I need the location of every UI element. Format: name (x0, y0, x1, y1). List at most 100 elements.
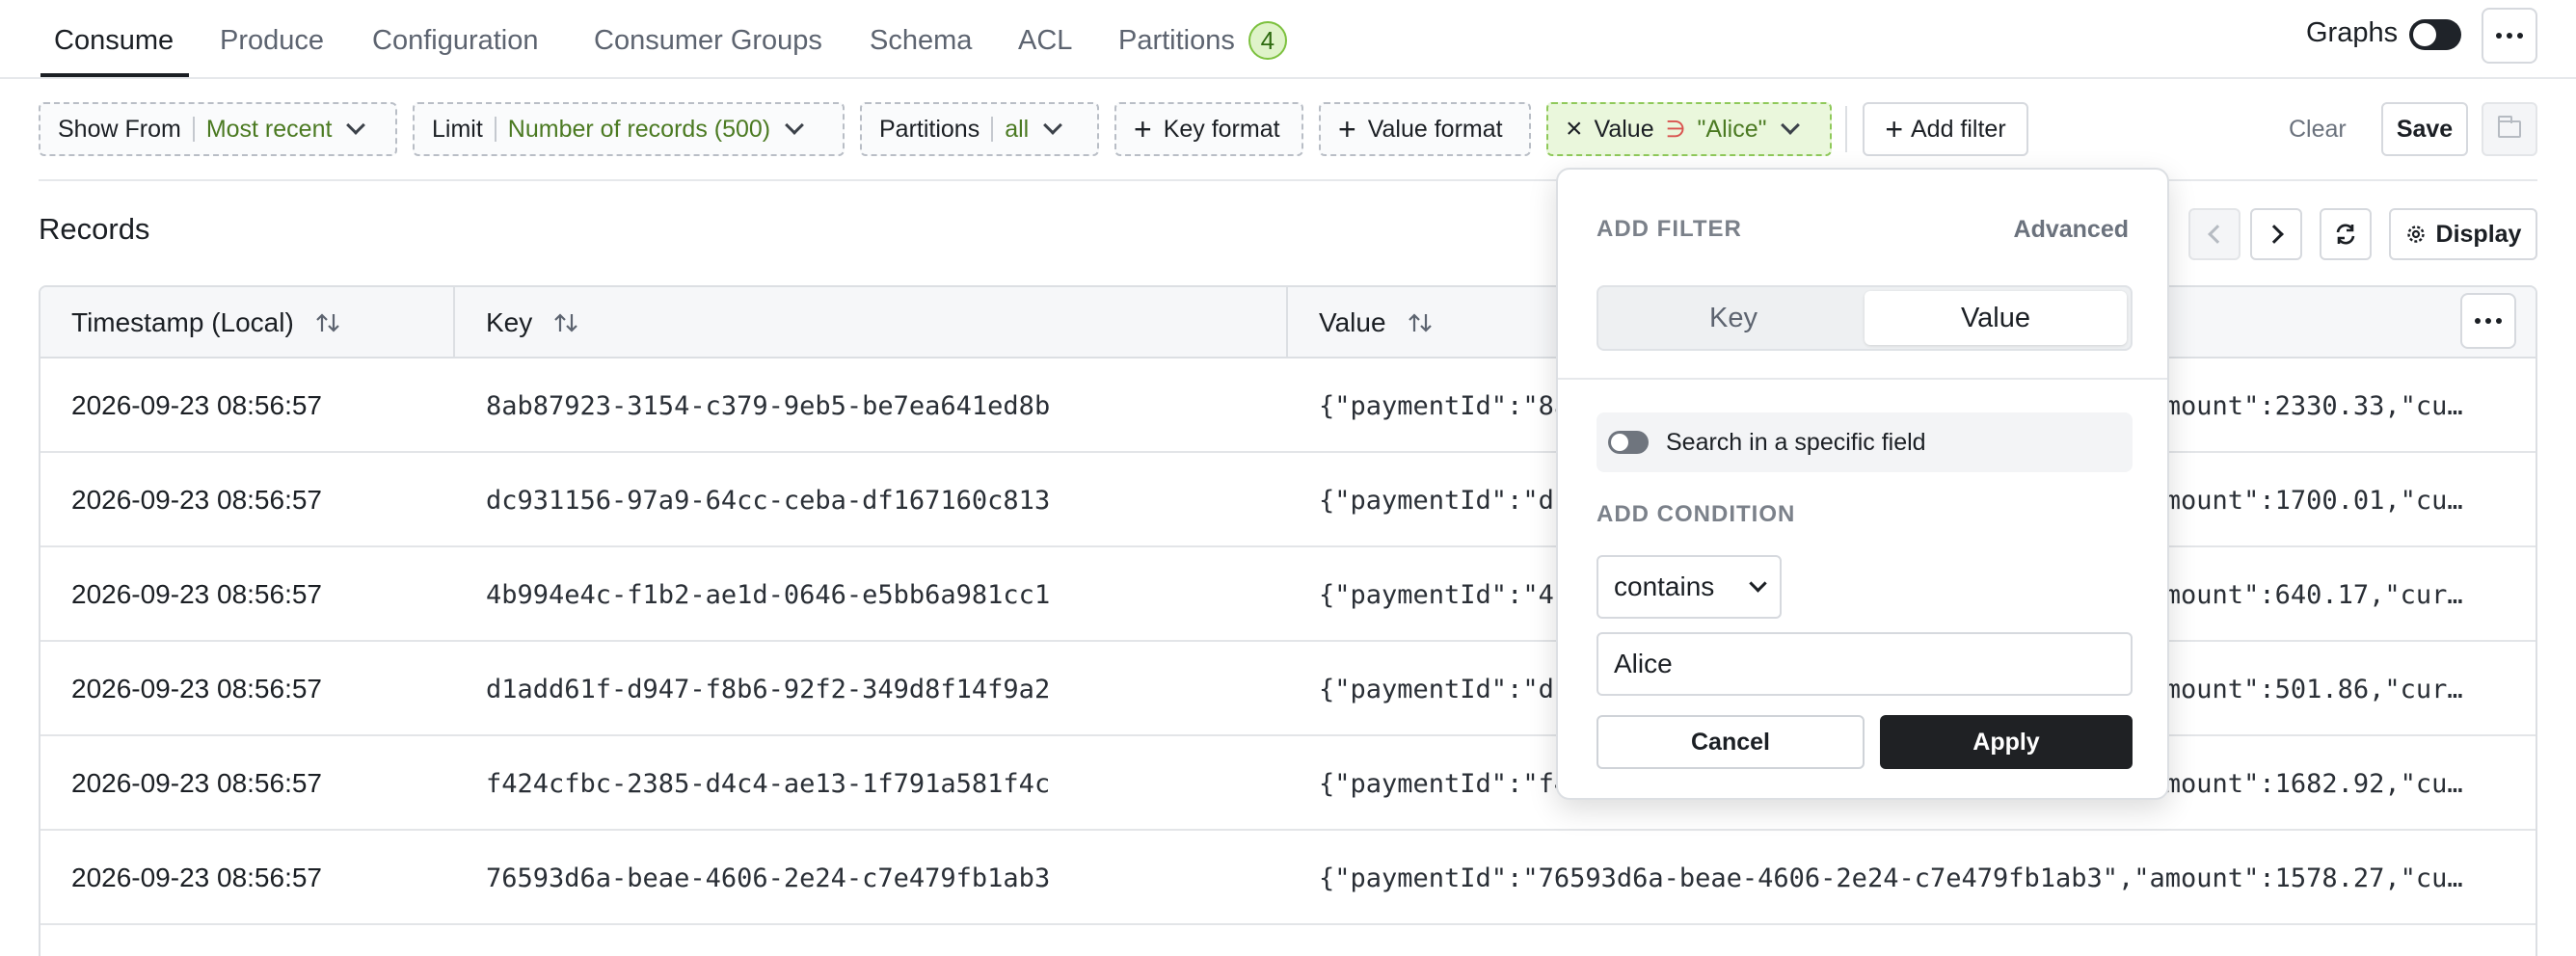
segment-key[interactable]: Key (1602, 291, 1865, 345)
column-options-button[interactable] (2460, 293, 2516, 349)
tab-label: Configuration (372, 24, 539, 56)
refresh-button[interactable] (2320, 208, 2372, 260)
add-filter-label: Add filter (1911, 115, 2006, 143)
next-page-button[interactable] (2250, 208, 2302, 260)
column-label: Timestamp (Local) (71, 307, 294, 337)
tab-label: ACL (1018, 24, 1073, 56)
timestamp-cell: 2026-09-23 08:56:57 (71, 579, 322, 609)
tab-schema[interactable]: Schema (870, 21, 972, 60)
limit-label: Limit (432, 115, 483, 143)
refresh-icon (2336, 224, 2355, 245)
tab-partitions[interactable]: Partitions 4 (1118, 21, 1287, 60)
chevron-right-icon (2264, 225, 2284, 244)
chevron-down-icon (1781, 116, 1801, 135)
table-row[interactable]: 2026-09-23 08:56:57 76593d6a-beae-4606-2… (40, 831, 2536, 925)
specific-field-label: Search in a specific field (1666, 428, 1926, 456)
top-tab-bar: Consume Produce Configuration Consumer G… (0, 0, 2576, 79)
limit-value: Number of records (500) (507, 115, 771, 143)
key-cell: d1add61f-d947-f8b6-92f2-349d8f14f9a2 (486, 674, 1051, 704)
condition-value-input[interactable] (1597, 632, 2133, 696)
condition-operator-select[interactable]: contains (1597, 555, 1782, 619)
active-tab-indicator (40, 73, 189, 77)
show-from-value: Most recent (205, 115, 333, 143)
chevron-left-icon (2207, 225, 2227, 244)
apply-button[interactable]: Apply (1880, 715, 2133, 769)
chevron-down-icon (1043, 116, 1063, 135)
popover-divider (1558, 378, 2167, 380)
limit-dropdown[interactable]: Limit Number of records (500) (413, 102, 845, 156)
display-button[interactable]: Display (2389, 208, 2537, 260)
ellipsis-icon (2475, 318, 2502, 324)
column-label: Key (486, 307, 533, 337)
saved-filters-button[interactable] (2482, 102, 2537, 156)
graphs-label: Graphs (2306, 17, 2399, 48)
condition-title: ADD CONDITION (1597, 501, 1796, 527)
value-cell: {"paymentId":"76593d6a-beae-4606-2e24-c7… (1319, 863, 2463, 893)
add-filter-button[interactable]: + Add filter (1863, 102, 2028, 156)
column-header-value[interactable]: Value (1288, 287, 1433, 358)
sort-icon[interactable] (1408, 310, 1433, 335)
records-title: Records (39, 212, 150, 246)
condition-operator-value: contains (1614, 571, 1715, 601)
key-format-button[interactable]: + Key format (1114, 102, 1303, 156)
segment-value[interactable]: Value (1865, 291, 2127, 345)
timestamp-cell: 2026-09-23 08:56:57 (71, 485, 322, 515)
plus-icon: + (1885, 112, 1903, 146)
timestamp-cell: 2026-09-23 08:56:57 (71, 390, 322, 420)
tab-acl[interactable]: ACL (1018, 21, 1072, 60)
save-label: Save (2396, 115, 2454, 143)
add-filter-popover: ADD FILTER Advanced Key Value Search in … (1556, 168, 2169, 800)
tab-label: Produce (220, 24, 325, 56)
key-cell: f424cfbc-2385-d4c4-ae13-1f791a581f4c (486, 768, 1051, 799)
clear-button[interactable]: Clear (2289, 116, 2347, 144)
tab-label: Schema (870, 24, 973, 56)
tab-consumer-groups[interactable]: Consumer Groups (594, 21, 822, 60)
key-format-label: Key format (1163, 115, 1280, 143)
tab-label: Consumer Groups (594, 24, 822, 56)
partitions-dropdown[interactable]: Partitions all (860, 102, 1099, 156)
specific-field-toggle-row[interactable]: Search in a specific field (1597, 412, 2133, 472)
key-cell: 4b994e4c-f1b2-ae1d-0646-e5bb6a981cc1 (486, 579, 1051, 610)
tab-consume[interactable]: Consume (54, 21, 174, 60)
plus-icon: + (1338, 112, 1356, 146)
show-from-dropdown[interactable]: Show From Most recent (39, 102, 397, 156)
key-cell: 76593d6a-beae-4606-2e24-c7e479fb1ab3 (486, 863, 1051, 893)
column-label: Value (1319, 307, 1386, 337)
timestamp-cell: 2026-09-23 08:56:57 (71, 674, 322, 704)
chip-separator (991, 117, 994, 142)
tab-label: Consume (54, 24, 174, 56)
previous-page-button[interactable] (2188, 208, 2241, 260)
timestamp-cell: 2026-09-23 08:56:57 (71, 768, 322, 798)
chevron-down-icon (346, 116, 366, 135)
tab-configuration[interactable]: Configuration (372, 21, 539, 60)
save-button[interactable]: Save (2381, 102, 2468, 156)
folder-icon (2498, 116, 2521, 138)
advanced-link[interactable]: Advanced (2014, 216, 2129, 244)
key-value-segmented-control: Key Value (1597, 285, 2133, 351)
show-from-label: Show From (58, 115, 181, 143)
cancel-button[interactable]: Cancel (1597, 715, 1865, 769)
chevron-down-icon (1749, 574, 1767, 593)
partitions-value: all (1005, 115, 1030, 143)
key-cell: dc931156-97a9-64cc-ceba-df167160c813 (486, 485, 1051, 516)
chip-separator (192, 117, 195, 142)
gear-icon (2406, 226, 2425, 243)
filter-operator: ∋ (1665, 116, 1686, 143)
active-value-filter-chip[interactable]: × Value ∋ "Alice" (1546, 102, 1832, 156)
close-icon[interactable]: × (1566, 115, 1583, 144)
value-format-label: Value format (1367, 115, 1503, 143)
column-header-timestamp[interactable]: Timestamp (Local) (40, 287, 340, 358)
tab-produce[interactable]: Produce (220, 21, 324, 60)
column-header-key[interactable]: Key (455, 287, 578, 358)
sort-icon[interactable] (315, 310, 340, 335)
specific-field-toggle[interactable] (1608, 431, 1649, 454)
partitions-label: Partitions (879, 115, 980, 143)
value-format-button[interactable]: + Value format (1319, 102, 1531, 156)
chevron-down-icon (785, 116, 805, 135)
timestamp-cell: 2026-09-23 08:56:57 (71, 863, 322, 892)
more-options-button[interactable] (2482, 8, 2537, 64)
sort-icon[interactable] (553, 310, 578, 335)
graphs-toggle[interactable] (2409, 19, 2461, 50)
partitions-count-badge: 4 (1248, 21, 1287, 60)
tab-label: Partitions (1118, 24, 1235, 56)
